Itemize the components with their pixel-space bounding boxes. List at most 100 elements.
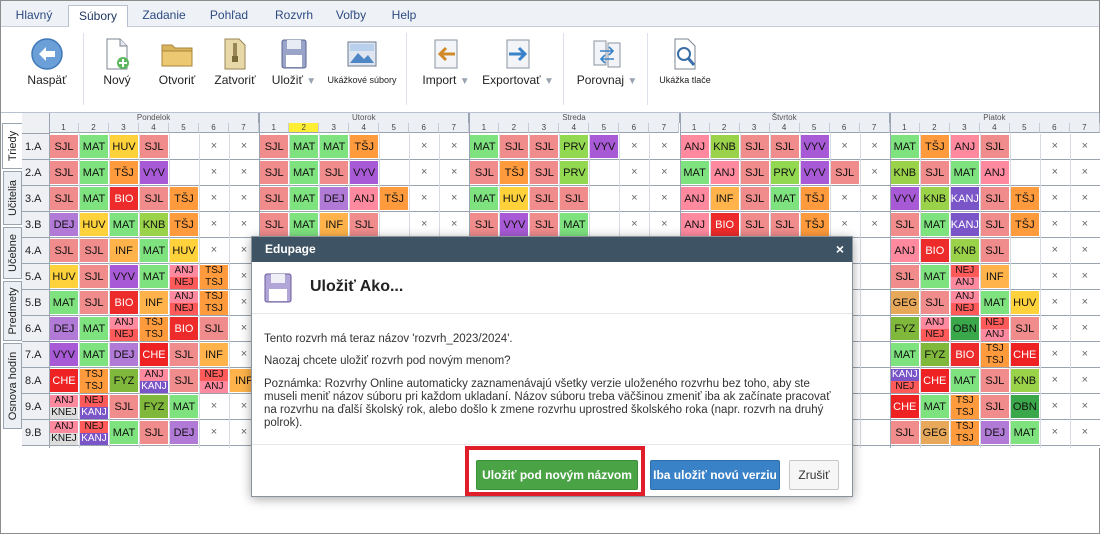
lesson-card[interactable]: MAT [890,135,919,158]
lesson-card[interactable]: KNB [920,187,949,210]
lesson-card[interactable]: TŠJ [170,187,198,210]
lesson-card[interactable]: TŠJ [1010,187,1039,210]
lesson-card-group[interactable]: TŠJ [200,303,228,315]
lesson-card[interactable]: MAT [950,161,979,184]
lesson-card[interactable]: FYZ [140,395,168,418]
save-new-version-button[interactable]: Iba uložiť novú verziu [650,460,780,490]
lesson-card[interactable]: MAT [80,343,108,366]
lesson-card[interactable]: SJL [470,213,499,236]
lesson-card[interactable]: GEG [920,421,949,444]
open-button[interactable]: Otvoriť [151,35,203,107]
lesson-card-group[interactable]: ANJ [950,291,979,303]
lesson-card[interactable]: TŠJ [110,161,138,184]
lesson-card-group[interactable]: ANJ [170,291,198,303]
lesson-card-group[interactable]: NEJ [170,277,198,289]
side-tab-osnova-hodin[interactable]: Osnova hodín [3,343,22,429]
class-name[interactable]: 5.A [22,264,49,290]
lesson-card[interactable]: MAT [320,135,349,158]
class-name[interactable]: 8.A [22,368,49,394]
lesson-card[interactable]: MAT [110,213,138,236]
lesson-card[interactable]: VYV [110,265,138,288]
new-button[interactable]: Nový [95,35,139,107]
lesson-card[interactable]: SJL [830,161,859,184]
lesson-card-group[interactable]: TŠJ [200,291,228,303]
lesson-card[interactable]: MAT [290,135,319,158]
lesson-card-group[interactable]: ANJ [140,369,168,381]
lesson-card-group[interactable]: TŠJ [950,395,979,407]
back-button[interactable]: Naspäť [21,35,73,107]
lesson-card[interactable]: HUV [500,187,529,210]
lesson-card[interactable]: HUV [80,213,108,236]
lesson-card[interactable]: SJL [740,213,769,236]
lesson-card[interactable]: SJL [890,421,919,444]
lesson-card[interactable]: SJL [980,395,1009,418]
lesson-card[interactable]: TŠJ [170,213,198,236]
lesson-card[interactable]: MAT [290,213,319,236]
lesson-card[interactable]: HUV [170,239,198,262]
lesson-card[interactable]: MAT [920,265,949,288]
lesson-card[interactable]: SJL [170,343,198,366]
lesson-card[interactable]: ANJ [680,187,709,210]
lesson-card[interactable]: CHE [1010,343,1039,366]
lesson-card[interactable]: TŠJ [920,135,949,158]
lesson-card-group[interactable]: NEJ [950,303,979,315]
chevron-down-icon[interactable]: ▼ [627,76,637,87]
lesson-card[interactable]: OBN [1010,395,1039,418]
lesson-card-group[interactable]: ANJ [50,395,78,407]
lesson-card[interactable]: SJL [260,135,289,158]
sample-files-button[interactable]: Ukážkové súbory [325,35,399,107]
lesson-card[interactable]: SJL [740,187,769,210]
lesson-card[interactable]: TŠJ [800,213,829,236]
lesson-card[interactable]: ANJ [680,213,709,236]
lesson-card-group[interactable]: NEJ [980,317,1009,329]
lesson-card-group[interactable]: TŠJ [980,343,1009,355]
lesson-card[interactable]: PRV [770,161,799,184]
lesson-card[interactable]: MAT [920,395,949,418]
lesson-card[interactable]: SJL [50,187,78,210]
lesson-card[interactable]: SJL [350,213,379,236]
tab-zadanie[interactable]: Zadanie [134,5,194,27]
lesson-card[interactable]: VYV [800,135,829,158]
lesson-card[interactable]: BIO [110,187,138,210]
lesson-card[interactable]: SJL [530,161,559,184]
lesson-card-group[interactable]: TŠJ [80,369,108,381]
lesson-card[interactable]: INF [980,265,1009,288]
lesson-card[interactable]: SJL [740,161,769,184]
lesson-card[interactable]: SJL [170,369,198,392]
save-button[interactable]: Uložiť ▼ [267,35,321,107]
lesson-card[interactable]: SJL [50,135,78,158]
lesson-card-group[interactable]: NEJ [80,395,108,407]
lesson-card-group[interactable]: TŠJ [950,407,979,419]
lesson-card[interactable]: VYV [350,161,379,184]
tab-help[interactable]: Help [381,5,427,27]
lesson-card[interactable]: VYV [140,161,168,184]
lesson-card[interactable]: MAT [140,265,168,288]
tab-subory[interactable]: Súbory [68,5,128,28]
lesson-card[interactable]: MAT [80,187,108,210]
lesson-card[interactable]: HUV [110,135,138,158]
lesson-card[interactable]: SJL [320,161,349,184]
lesson-card[interactable]: SJL [260,161,289,184]
lesson-card[interactable]: FYZ [110,369,138,392]
lesson-card[interactable]: MAT [290,187,319,210]
class-name[interactable]: 5.B [22,290,49,316]
lesson-card-group[interactable]: KANJ [80,407,108,419]
lesson-card[interactable]: INF [140,291,168,314]
lesson-card[interactable]: KNB [890,161,919,184]
lesson-card[interactable]: BIO [110,291,138,314]
lesson-card[interactable]: SJL [80,265,108,288]
lesson-card[interactable]: BIO [920,239,949,262]
lesson-card-group[interactable]: NEJ [920,329,949,341]
lesson-card-group[interactable]: KNEJ [50,433,78,445]
lesson-card[interactable]: MAT [1010,421,1039,444]
lesson-card[interactable]: MAT [560,213,589,236]
lesson-card[interactable]: SJL [530,213,559,236]
compare-button[interactable]: Porovnaj ▼ [573,35,641,107]
lesson-card[interactable]: SJL [980,135,1009,158]
lesson-card[interactable]: SJL [560,187,589,210]
lesson-card-group[interactable]: TŠJ [80,381,108,393]
lesson-card-group[interactable]: ANJ [980,329,1009,341]
lesson-card[interactable]: SJL [740,135,769,158]
lesson-card-group[interactable]: NEJ [80,421,108,433]
lesson-card[interactable]: TŠJ [350,135,379,158]
